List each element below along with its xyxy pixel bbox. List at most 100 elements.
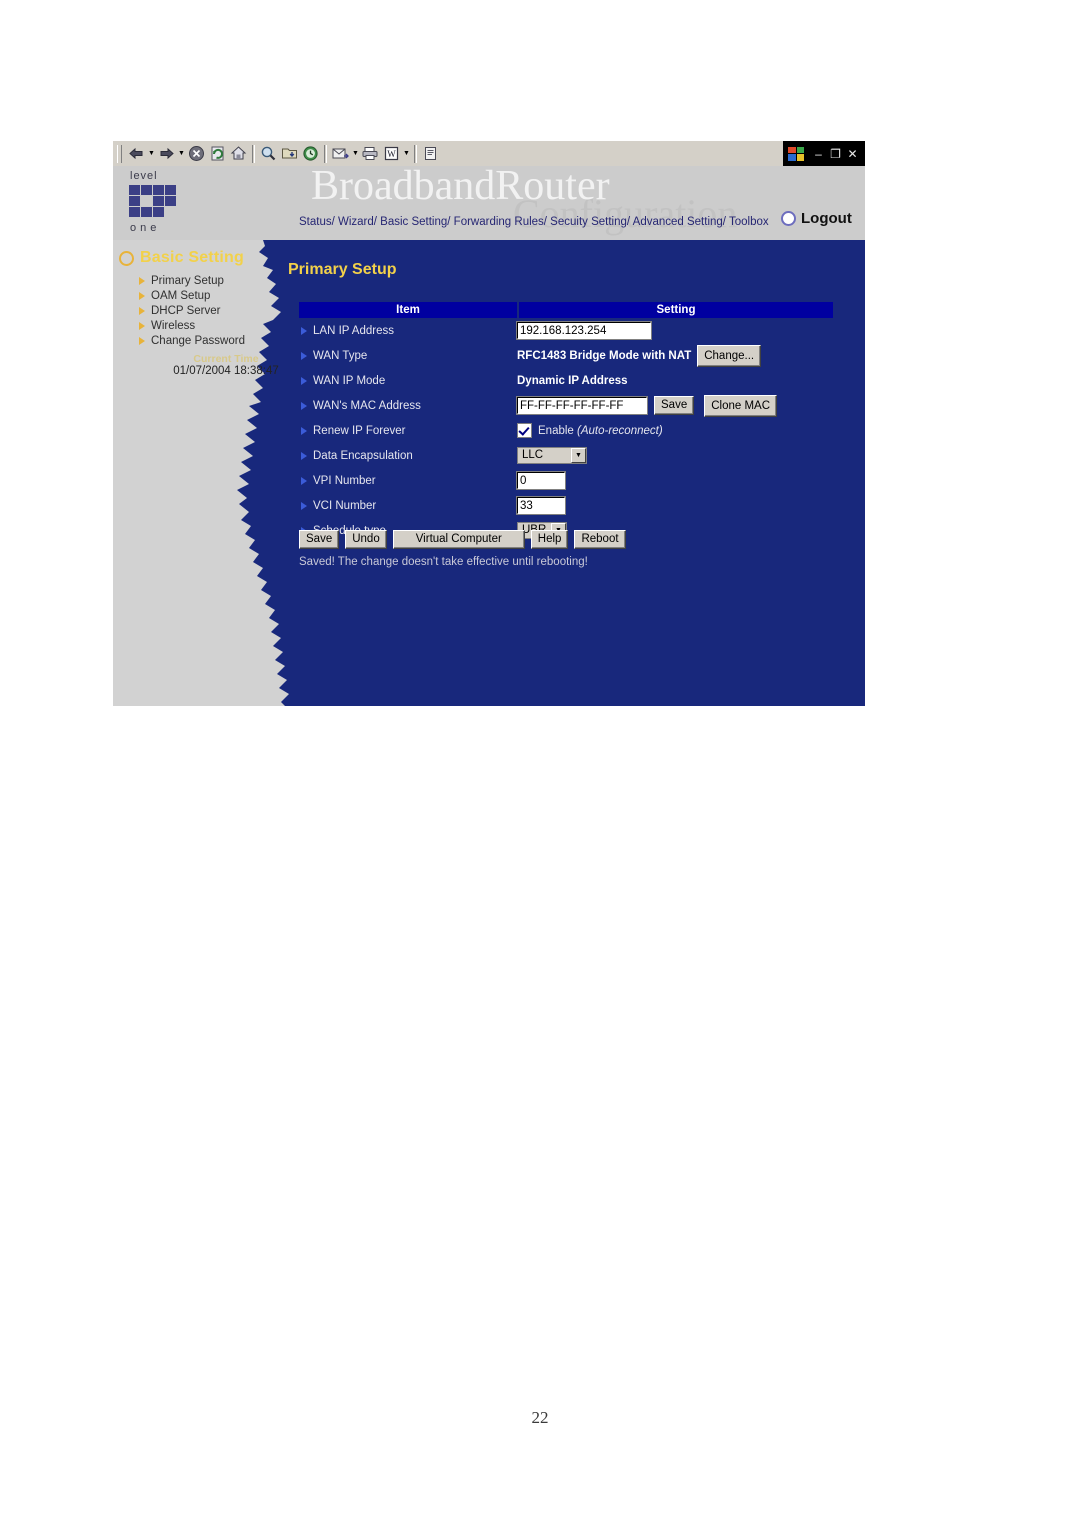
history-icon[interactable]: [300, 143, 321, 164]
bullet-ring-icon: [119, 250, 134, 266]
toolbar-separator: [324, 144, 327, 163]
row-label: WAN IP Mode: [313, 374, 386, 387]
enable-label: Enable (Auto-reconnect): [538, 425, 663, 437]
help-button[interactable]: Help: [530, 530, 569, 549]
save-button[interactable]: Save: [299, 530, 340, 549]
sidebar-item-change-password[interactable]: Change Password: [139, 333, 245, 348]
bullet-triangle-icon: [301, 326, 307, 335]
virtual-computer-button[interactable]: Virtual Computer: [392, 530, 525, 549]
search-icon[interactable]: [258, 143, 279, 164]
logout-control[interactable]: Logout: [781, 210, 852, 227]
discuss-icon[interactable]: [420, 143, 441, 164]
top-nav[interactable]: Status/ Wizard/ Basic Setting/ Forwardin…: [299, 216, 769, 228]
current-time-block: Current Time 01/07/2004 18:38:47: [141, 353, 311, 377]
clone-mac-button[interactable]: Clone MAC: [704, 394, 778, 417]
vpi-number-input[interactable]: [516, 471, 566, 490]
bullet-triangle-icon: [139, 291, 145, 300]
sidebar-item-label: Primary Setup: [151, 274, 224, 287]
current-time-label: Current Time: [193, 353, 259, 365]
edit-word-icon[interactable]: W: [381, 143, 402, 164]
row-label: Data Encapsulation: [313, 449, 413, 462]
row-label-cell: WAN's MAC Address: [299, 400, 517, 412]
page-number: 22: [531, 1408, 549, 1427]
row-label: WAN's MAC Address: [313, 399, 421, 412]
column-header-item: Item: [299, 302, 519, 318]
page-body: Primary Setup Item Setting LAN IP Addres…: [113, 240, 865, 706]
bullet-triangle-icon: [139, 321, 145, 330]
undo-button[interactable]: Undo: [345, 530, 387, 549]
chevron-down-icon[interactable]: ▼: [571, 448, 586, 463]
mail-dropdown-icon[interactable]: ▼: [351, 143, 360, 164]
wan-mac-address-input[interactable]: [516, 396, 648, 415]
settings-table: Item Setting LAN IP Address 192.168.123.…: [299, 302, 833, 543]
row-label: WAN Type: [313, 349, 368, 362]
browser-toolbar: ▼ ▼ ▼ W ▼: [113, 141, 783, 166]
back-icon[interactable]: [126, 143, 147, 164]
save-mac-button[interactable]: Save: [654, 396, 695, 415]
home-icon[interactable]: [228, 143, 249, 164]
minimize-button[interactable]: –: [810, 147, 827, 161]
sidebar-heading-label: Basic Setting: [140, 249, 244, 266]
bullet-triangle-icon: [139, 336, 145, 345]
table-row: VPI Number: [299, 468, 833, 493]
mail-icon[interactable]: [330, 143, 351, 164]
refresh-icon[interactable]: [207, 143, 228, 164]
status-message: Saved! The change doesn't take effective…: [299, 556, 588, 568]
forward-icon[interactable]: [156, 143, 177, 164]
sidebar-item-label: Change Password: [151, 334, 245, 347]
enable-note: (Auto-reconnect): [577, 424, 663, 437]
table-header-row: Item Setting: [299, 302, 833, 318]
lan-ip-address-input[interactable]: [516, 321, 652, 340]
renew-ip-forever-checkbox[interactable]: [517, 423, 532, 438]
sidebar-item-label: Wireless: [151, 319, 196, 332]
row-label-cell: WAN Type: [299, 350, 517, 362]
edit-dropdown-icon[interactable]: ▼: [402, 143, 411, 164]
bullet-triangle-icon: [301, 401, 307, 410]
brand-title: BroadbandRouter: [311, 166, 610, 209]
row-label: LAN IP Address: [313, 324, 394, 337]
close-button[interactable]: ✕: [844, 147, 861, 161]
row-setting-cell: Enable (Auto-reconnect): [517, 423, 833, 438]
restore-button[interactable]: ❐: [827, 147, 844, 161]
reboot-button[interactable]: Reboot: [574, 530, 626, 549]
renew-ip-forever-control[interactable]: Enable (Auto-reconnect): [517, 423, 663, 438]
row-label: VCI Number: [313, 499, 377, 512]
document-page: ▼ ▼ ▼ W ▼ – ❐ ✕ level one Configuration …: [0, 0, 1080, 1528]
sidebar-item-oam-setup[interactable]: OAM Setup: [139, 288, 245, 303]
sidebar-item-label: DHCP Server: [151, 304, 221, 317]
logout-radio-icon[interactable]: [781, 211, 796, 226]
table-row: Renew IP Forever Enable (Auto-reconnect): [299, 418, 833, 443]
forward-dropdown-icon[interactable]: ▼: [177, 143, 186, 164]
row-label-cell: Data Encapsulation: [299, 450, 517, 462]
back-dropdown-icon[interactable]: ▼: [147, 143, 156, 164]
stop-icon[interactable]: [186, 143, 207, 164]
data-encapsulation-select[interactable]: LLC ▼: [517, 447, 587, 464]
sidebar-item-dhcp-server[interactable]: DHCP Server: [139, 303, 245, 318]
sidebar-heading: Basic Setting: [119, 249, 244, 267]
logo-top-text: level: [130, 170, 158, 182]
enable-text: Enable: [538, 424, 574, 437]
vci-number-input[interactable]: [516, 496, 566, 515]
row-setting-cell: Save Clone MAC: [516, 394, 833, 417]
toolbar-grip[interactable]: [117, 144, 122, 163]
windows-logo-icon: [788, 146, 804, 161]
bullet-triangle-icon: [301, 476, 307, 485]
bullet-triangle-icon: [139, 276, 145, 285]
change-wan-type-button[interactable]: Change...: [697, 344, 762, 367]
browser-window: ▼ ▼ ▼ W ▼ – ❐ ✕ level one Configuration …: [113, 141, 865, 706]
svg-text:W: W: [387, 149, 396, 159]
logo-bottom-text: one: [130, 222, 161, 234]
sidebar-item-wireless[interactable]: Wireless: [139, 318, 245, 333]
favorites-icon[interactable]: [279, 143, 300, 164]
row-setting-cell: Dynamic IP Address: [517, 375, 833, 387]
print-icon[interactable]: [360, 143, 381, 164]
sidebar-item-label: OAM Setup: [151, 289, 211, 302]
logo-blocks-icon: [129, 185, 181, 221]
bullet-triangle-icon: [301, 501, 307, 510]
table-row: WAN IP Mode Dynamic IP Address: [299, 368, 833, 393]
table-row: Data Encapsulation LLC ▼: [299, 443, 833, 468]
logout-label[interactable]: Logout: [801, 210, 852, 227]
sidebar-item-primary-setup[interactable]: Primary Setup: [139, 273, 245, 288]
row-setting-cell: LLC ▼: [517, 447, 833, 464]
row-setting-cell: [516, 321, 833, 340]
